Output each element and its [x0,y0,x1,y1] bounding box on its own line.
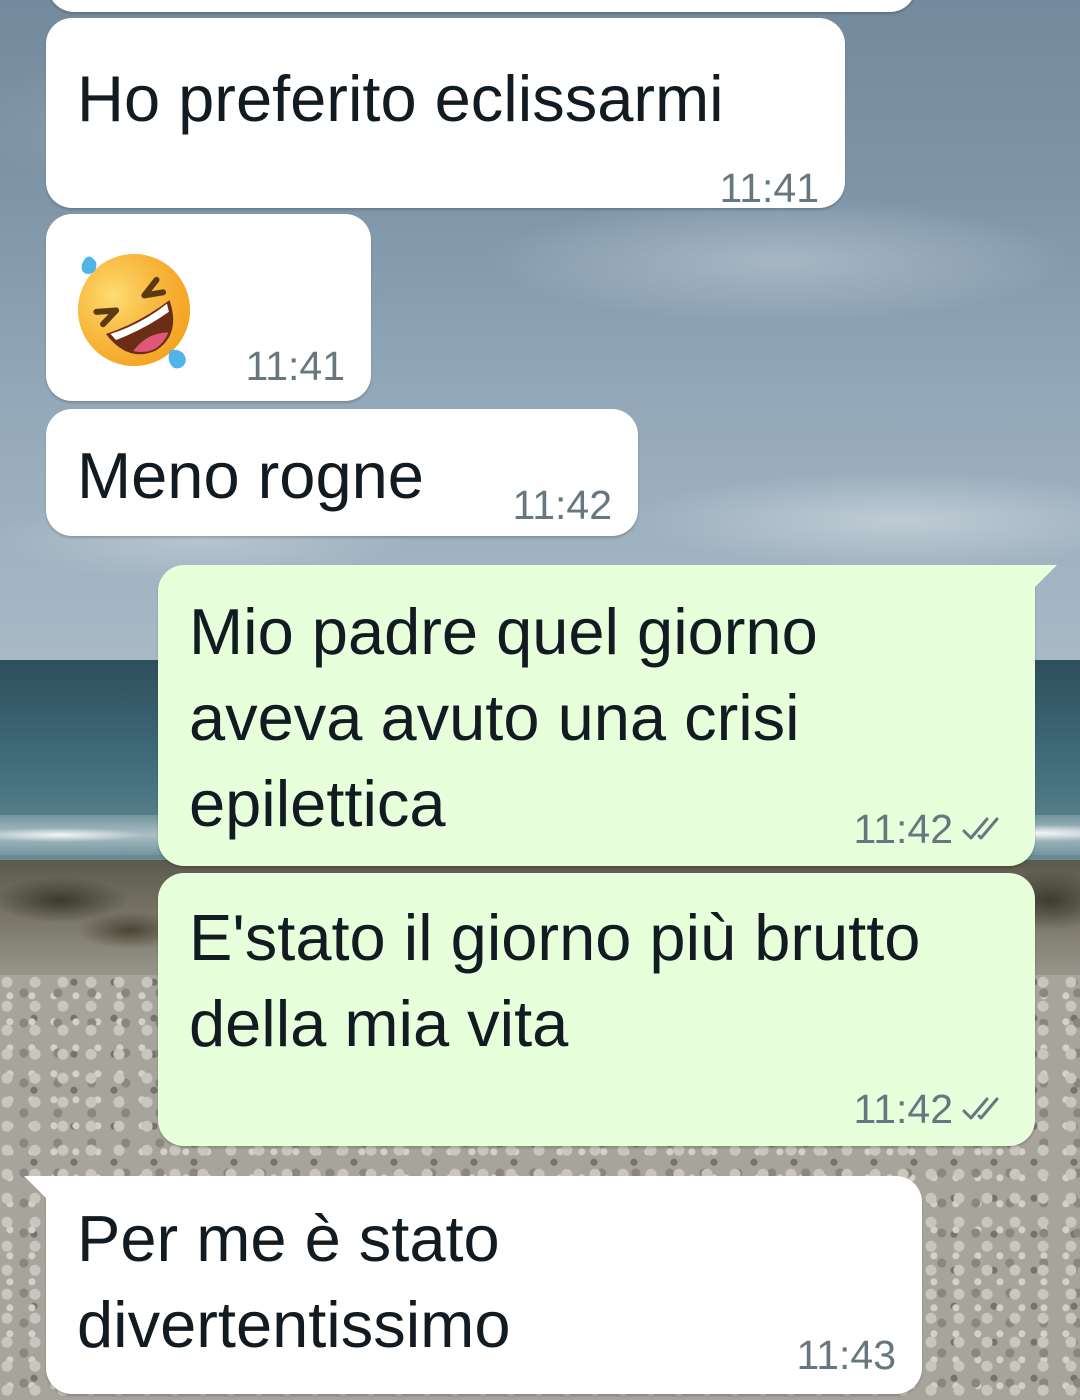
message-bubble-outgoing[interactable]: E'stato il giorno più brutto della mia v… [158,873,1035,1146]
message-time: 11:42 [853,806,953,852]
message-meta: 11:42 [853,1085,1009,1133]
message-bubble-incoming[interactable]: 11:41 [46,214,371,401]
message-text: E'stato il giorno più brutto della mia v… [189,901,921,1060]
message-meta: 11:42 [853,805,1009,853]
message-text: Meno rogne [77,439,424,512]
message-list[interactable]: Ho preferito eclissarmi 11:41 11:41 Meno… [0,0,1080,1400]
rolling-on-the-floor-laughing-icon [78,254,190,369]
message-time: 11:41 [719,165,819,211]
message-bubble-outgoing[interactable]: Mio padre quel giorno aveva avuto una cr… [158,565,1057,866]
message-text: Per me è stato divertentissimo [77,1202,511,1361]
message-time: 11:42 [512,482,612,528]
message-meta: 11:41 [719,164,819,212]
message-time: 11:43 [796,1332,896,1378]
message-meta: 11:42 [512,481,612,529]
message-meta: 11:43 [796,1331,896,1379]
double-check-icon [962,1097,999,1120]
message-bubble-incoming[interactable]: Meno rogne 11:42 [46,409,638,536]
message-text: Ho preferito eclissarmi [77,62,724,135]
bubble-tail [1035,565,1057,587]
double-check-icon [962,817,999,840]
bubble-tail [24,1176,46,1198]
message-bubble-partial[interactable] [48,0,916,12]
message-bubble-incoming[interactable]: Per me è stato divertentissimo 11:43 [24,1176,922,1394]
message-time: 11:41 [245,343,345,389]
message-time: 11:42 [853,1086,953,1132]
message-bubble-incoming[interactable]: Ho preferito eclissarmi 11:41 [46,18,845,211]
message-meta: 11:41 [245,342,345,390]
